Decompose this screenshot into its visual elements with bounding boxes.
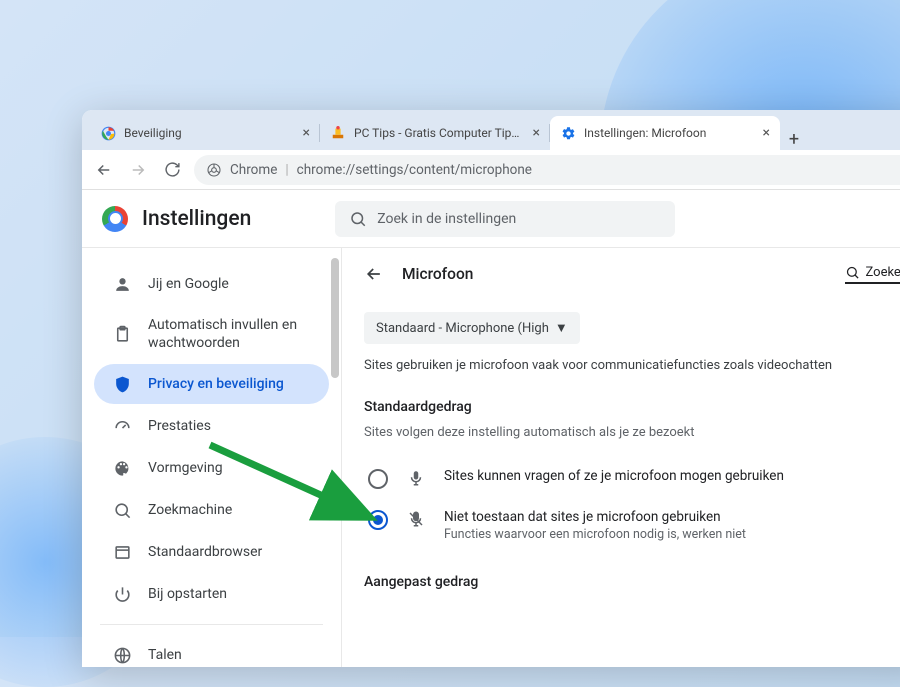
google-favicon [100,125,116,141]
content-search[interactable]: Zoeken [845,265,900,284]
pctips-favicon [330,125,346,141]
sidebar-item-privacy[interactable]: Privacy en beveiliging [94,364,329,404]
sidebar-item-on-startup[interactable]: Bij opstarten [94,574,329,614]
search-icon [845,265,860,280]
search-icon [349,210,367,228]
window-icon [112,542,132,562]
microphone-off-icon [406,510,426,528]
toolbar: Chrome | chrome://settings/content/micro… [82,150,900,190]
tab-label: Beveiliging [124,126,182,140]
tab-strip: Beveiliging × PC Tips - Gratis Computer … [82,110,900,150]
sidebar-item-you-and-google[interactable]: Jij en Google [94,264,329,304]
custom-behavior-heading: Aangepast gedrag [364,574,900,590]
close-icon[interactable]: × [303,125,310,141]
palette-icon [112,458,132,478]
sidebar-item-label: Standaardbrowser [148,543,262,561]
settings-search-placeholder: Zoek in de instellingen [377,211,516,227]
tab-pctips[interactable]: PC Tips - Gratis Computer Tips, in × [320,116,550,150]
chrome-icon [206,162,222,178]
browser-window: Beveiliging × PC Tips - Gratis Computer … [82,110,900,667]
radio-option-block[interactable]: Niet toestaan dat sites je microfoon geb… [364,499,900,552]
close-icon[interactable]: × [533,125,540,141]
intro-text: Sites gebruiken je microfoon vaak voor c… [364,358,900,373]
address-bar[interactable]: Chrome | chrome://settings/content/micro… [194,155,900,185]
sidebar-item-label: Talen [148,646,182,664]
radio-block-label: Niet toestaan dat sites je microfoon geb… [444,509,746,525]
sidebar-item-label: Prestaties [148,417,211,435]
tab-settings-microphone[interactable]: Instellingen: Microfoon × [550,116,780,150]
radio-checked-icon [368,510,388,530]
reload-button[interactable] [160,158,184,182]
forward-button[interactable] [126,158,150,182]
back-arrow-button[interactable] [364,264,384,284]
sidebar-divider [100,624,323,625]
globe-icon [112,645,132,665]
sidebar-item-label: Vormgeving [148,459,223,477]
settings-content: Microfoon Zoeken Standaard - Microphone … [342,248,900,667]
microphone-device-select[interactable]: Standaard - Microphone (High ▼ [364,312,580,344]
gear-icon [560,125,576,141]
speedometer-icon [112,416,132,436]
tab-label: PC Tips - Gratis Computer Tips, in [354,126,524,140]
sidebar-item-autofill[interactable]: Automatisch invullen en wachtwoorden [94,306,329,362]
address-scheme-label: Chrome [230,162,277,178]
sidebar-item-default-browser[interactable]: Standaardbrowser [94,532,329,572]
microphone-icon [406,469,426,487]
address-url: chrome://settings/content/microphone [297,162,532,178]
clipboard-icon [112,324,132,344]
default-behavior-subtext: Sites volgen deze instelling automatisch… [364,425,900,440]
search-icon [112,500,132,520]
new-tab-button[interactable]: + [780,129,808,150]
radio-unchecked-icon [368,469,388,489]
sidebar-item-label: Jij en Google [148,275,229,293]
scrollbar[interactable] [331,258,339,378]
default-behavior-heading: Standaardgedrag [364,399,900,415]
settings-header: Instellingen Zoek in de instellingen [82,190,900,248]
chevron-down-icon: ▼ [555,320,568,336]
power-icon [112,584,132,604]
sidebar-item-label: Zoekmachine [148,501,232,519]
device-select-label: Standaard - Microphone (High [376,321,549,336]
person-icon [112,274,132,294]
shield-icon [112,374,132,394]
sidebar-item-search-engine[interactable]: Zoekmachine [94,490,329,530]
sidebar-item-appearance[interactable]: Vormgeving [94,448,329,488]
close-icon[interactable]: × [763,125,770,141]
radio-block-sublabel: Functies waarvoor een microfoon nodig is… [444,527,746,542]
sidebar-item-label: Bij opstarten [148,585,227,603]
radio-option-allow[interactable]: Sites kunnen vragen of ze je microfoon m… [364,458,900,499]
sidebar-item-languages[interactable]: Talen [94,635,329,667]
sidebar-item-label: Privacy en beveiliging [148,375,284,393]
back-button[interactable] [92,158,116,182]
content-search-label: Zoeken [866,265,900,280]
page-title: Microfoon [402,265,473,283]
chrome-logo-icon [102,206,128,232]
radio-allow-label: Sites kunnen vragen of ze je microfoon m… [444,468,784,484]
sidebar-item-performance[interactable]: Prestaties [94,406,329,446]
settings-sidebar: Jij en Google Automatisch invullen en wa… [82,248,342,667]
tab-beveiliging[interactable]: Beveiliging × [90,116,320,150]
content-header: Microfoon Zoeken [364,264,900,284]
settings-title: Instellingen [142,207,251,231]
settings-search[interactable]: Zoek in de instellingen [335,201,675,237]
tab-label: Instellingen: Microfoon [584,126,706,140]
sidebar-item-label: Automatisch invullen en wachtwoorden [148,316,311,352]
